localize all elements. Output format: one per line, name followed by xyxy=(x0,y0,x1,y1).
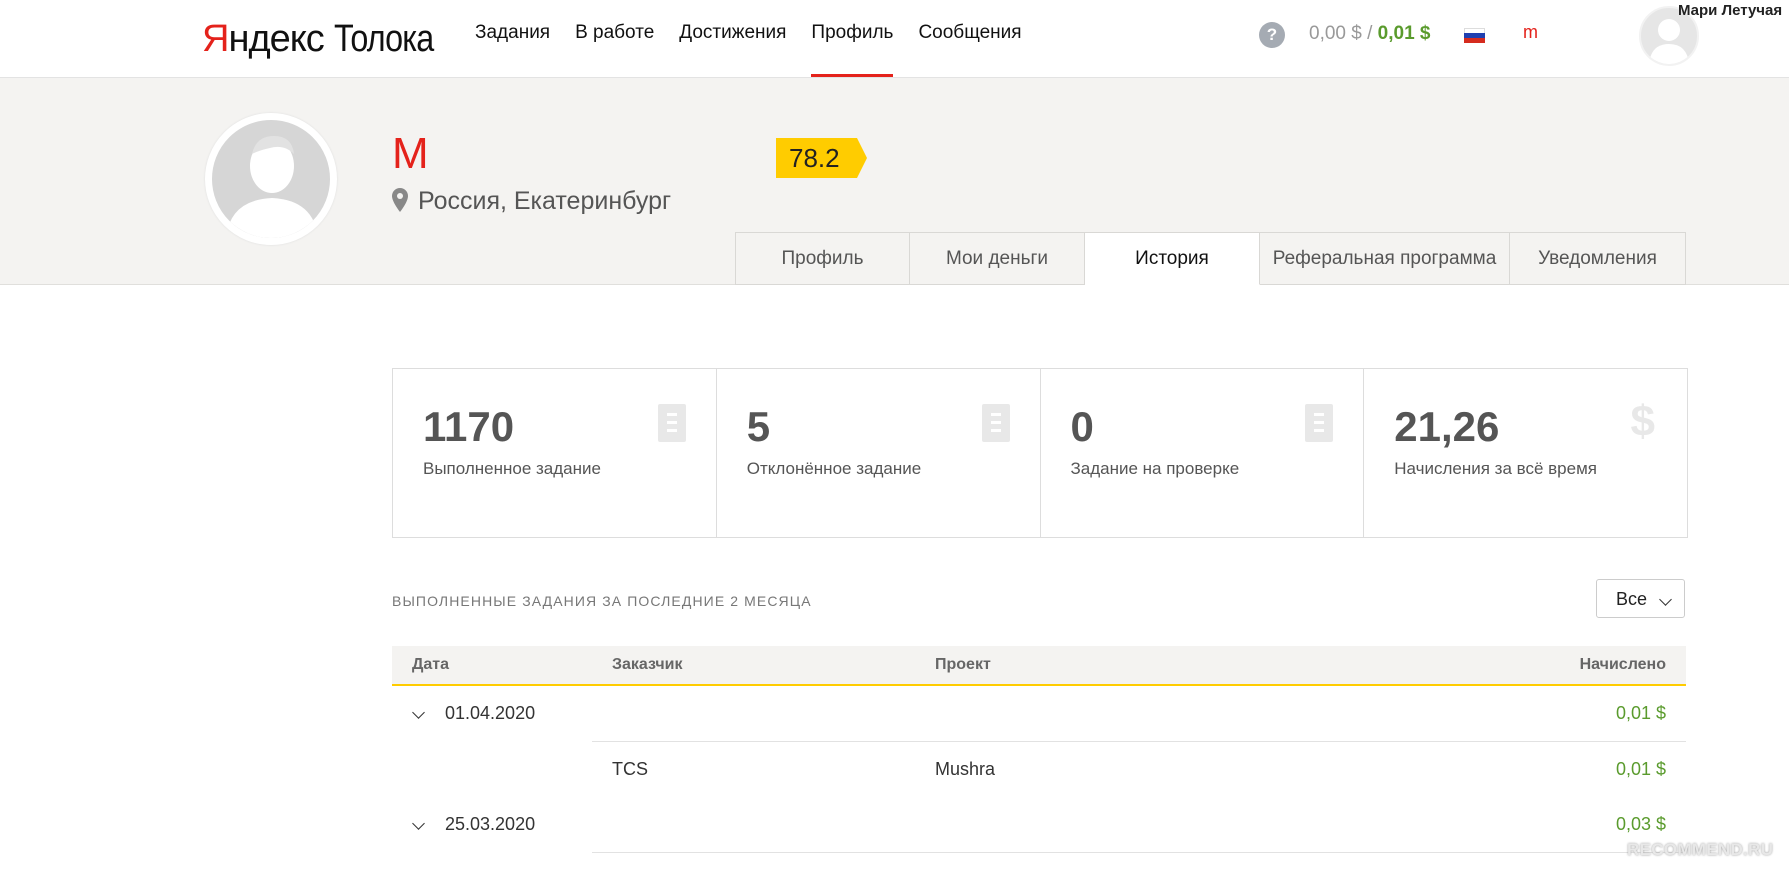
watermark: RECOMMEND.RU xyxy=(1627,840,1774,859)
logo-word: ндекс xyxy=(228,18,324,60)
balance[interactable]: 0,00 $ / 0,01 $ xyxy=(1309,20,1431,48)
dollar-icon: $ xyxy=(1630,397,1655,446)
history-filter-select[interactable]: Все xyxy=(1596,579,1685,618)
stat-rejected: 5 Отклонённое задание xyxy=(715,369,1040,537)
chevron-down-icon[interactable] xyxy=(412,817,425,830)
nav-tasks[interactable]: Задания xyxy=(475,0,550,77)
history-task-row: TCS Mushra 0,01 $ xyxy=(592,741,1686,797)
row-customer: TCS xyxy=(612,759,648,779)
main-nav: Задания В работе Достижения Профиль Сооб… xyxy=(475,0,1047,77)
nav-messages[interactable]: Сообщения xyxy=(918,0,1021,77)
nav-profile[interactable]: Профиль xyxy=(811,0,894,77)
chevron-down-icon[interactable] xyxy=(412,706,425,719)
location-pin-icon xyxy=(392,186,408,212)
user-login[interactable]: m xyxy=(1523,22,1538,43)
tab-history[interactable]: История xyxy=(1085,232,1260,285)
yandex-toloka-logo[interactable]: Яндекс Толока xyxy=(202,14,451,64)
page: Яндекс Толока Задания В работе Достижения… xyxy=(0,0,1789,877)
rating-badge: 78.2 xyxy=(776,138,867,178)
row-date: 25.03.2020 xyxy=(445,814,536,834)
history-section-title: ВЫПОЛНЕННЫЕ ЗАДАНИЯ ЗА ПОСЛЕДНИЕ 2 МЕСЯЦ… xyxy=(392,593,812,609)
tab-notifications[interactable]: Уведомления xyxy=(1510,232,1686,285)
filter-value: Все xyxy=(1616,589,1648,609)
row-date: 01.04.2020 xyxy=(445,703,536,723)
logo-product: Толока xyxy=(333,18,434,60)
question-icon[interactable]: ? xyxy=(1259,22,1285,48)
tab-referral[interactable]: Реферальная программа xyxy=(1260,232,1510,285)
document-icon xyxy=(657,404,686,442)
history-table-header: Дата Заказчик Проект Начислено xyxy=(392,646,1686,686)
russia-flag-icon[interactable] xyxy=(1464,28,1485,43)
row-total: 0,01 $ xyxy=(1615,703,1666,723)
stat-label: Начисления за всё время xyxy=(1394,459,1597,478)
profile-tabs: Профиль Мои деньги История Реферальная п… xyxy=(735,232,1686,285)
balance-available: 0,01 $ xyxy=(1377,23,1431,44)
chevron-down-icon xyxy=(1659,593,1672,606)
document-icon xyxy=(1305,404,1334,442)
row-project: Mushra xyxy=(935,759,996,779)
profile-avatar-icon xyxy=(205,113,337,245)
stat-value: 0 xyxy=(1070,403,1094,450)
column-date[interactable]: Дата xyxy=(412,646,449,684)
stats-cards: 1170 Выполненное задание 5 Отклонённое з… xyxy=(392,368,1688,538)
history-date-row[interactable]: 25.03.2020 0,03 $ xyxy=(392,797,1686,852)
tab-profile[interactable]: Профиль xyxy=(735,232,910,285)
stat-total-earnings: 21,26 Начисления за всё время $ xyxy=(1363,369,1687,537)
profile-name: М xyxy=(392,129,429,178)
top-navigation: Яндекс Толока Задания В работе Достижения… xyxy=(0,0,1789,78)
stat-value: 1170 xyxy=(423,403,515,450)
stat-label: Выполненное задание xyxy=(423,459,601,478)
stat-value: 5 xyxy=(746,403,771,450)
location-text: Россия, Екатеринбург xyxy=(418,187,672,215)
balance-pending: 0,00 $ xyxy=(1309,23,1362,44)
nav-achievements[interactable]: Достижения xyxy=(679,0,786,77)
profile-location: Россия, Екатеринбург xyxy=(392,183,671,219)
column-earned[interactable]: Начислено xyxy=(1580,646,1666,684)
tab-my-money[interactable]: Мои деньги xyxy=(910,232,1085,285)
stat-completed: 1170 Выполненное задание xyxy=(393,369,716,537)
stat-value: 21,26 xyxy=(1394,403,1500,450)
nav-in-progress[interactable]: В работе xyxy=(575,0,654,77)
history-date-row[interactable]: 01.04.2020 0,01 $ xyxy=(392,686,1686,741)
column-project[interactable]: Проект xyxy=(935,646,991,684)
stat-label: Отклонённое задание xyxy=(746,459,922,478)
document-icon xyxy=(981,404,1010,442)
logo-letter: Я xyxy=(202,18,229,60)
column-customer[interactable]: Заказчик xyxy=(612,646,683,684)
stat-label: Задание на проверке xyxy=(1070,459,1240,478)
history-task-row-partial xyxy=(592,852,1686,877)
balance-separator: / xyxy=(1361,23,1378,44)
row-amount: 0,01 $ xyxy=(1615,759,1666,779)
user-name[interactable]: Мари Летучая xyxy=(1678,2,1782,19)
stat-under-review: 0 Задание на проверке xyxy=(1039,369,1364,537)
